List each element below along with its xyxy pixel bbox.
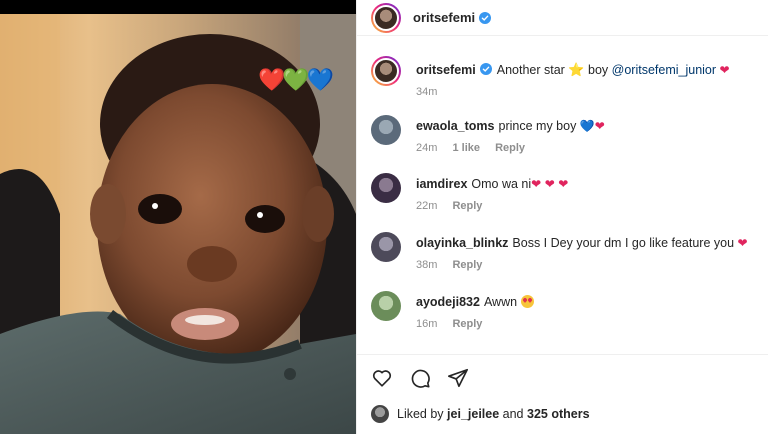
heart-emoji: ❤ — [544, 177, 555, 191]
comment-row: iamdirex Omo wa ni❤ ❤ ❤ 22m Reply — [371, 173, 761, 212]
comment-row: ewaola_toms prince my boy 💙❤ 24m 1 like R… — [371, 115, 761, 154]
caption-text-part: boy — [588, 63, 609, 77]
author-avatar[interactable] — [371, 2, 401, 33]
share-icon[interactable] — [447, 367, 469, 389]
heart-emoji: ❤ — [594, 119, 605, 133]
liker-avatar[interactable] — [371, 405, 389, 423]
heart-emoji: ❤ — [719, 63, 730, 77]
comment-username[interactable]: iamdirex — [416, 177, 467, 191]
comment-body: Omo wa ni — [471, 177, 532, 191]
caption: oritsefemi Another star ⭐ boy @oritsefemi… — [371, 56, 761, 98]
comment-time: 38m — [416, 259, 438, 271]
action-bar — [371, 367, 469, 389]
comment-time: 16m — [416, 318, 438, 330]
comment-row: olayinka_blinkz Boss I Dey your dm I go l… — [371, 232, 761, 271]
comment-username[interactable]: ayodeji832 — [416, 295, 480, 309]
heart-eyes-emoji — [520, 295, 534, 308]
comments-list: oritsefemi Another star ⭐ boy @oritsefemi… — [357, 36, 768, 354]
verified-icon — [479, 63, 492, 75]
verified-icon — [479, 11, 492, 24]
heart-sticker: ❤️💚💙 — [258, 68, 334, 93]
heart-emoji: ❤ — [531, 177, 542, 191]
comment-time: 24m — [416, 142, 438, 154]
comment-likes[interactable]: 1 like — [452, 142, 480, 154]
reply-button[interactable]: Reply — [452, 259, 482, 271]
caption-avatar[interactable] — [371, 56, 401, 86]
post-header: oritsefemi — [357, 0, 768, 36]
mention-link[interactable]: @oritsefemi_junior — [612, 63, 716, 77]
reply-button[interactable]: Reply — [452, 318, 482, 330]
comment-body: Boss I Dey your dm I go like feature you — [512, 236, 735, 250]
comment-time: 22m — [416, 200, 438, 212]
caption-text: oritsefemi Another star ⭐ boy @oritsefemi… — [416, 62, 730, 79]
media-top-bar — [0, 0, 356, 14]
caption-username[interactable]: oritsefemi — [416, 63, 476, 77]
liked-by-label: Liked by — [397, 407, 444, 421]
likes-summary: Liked by jei_jeilee and 325 others — [371, 405, 590, 423]
comment-text: olayinka_blinkz Boss I Dey your dm I go l… — [416, 235, 748, 252]
comment-text: iamdirex Omo wa ni❤ ❤ ❤ — [416, 176, 568, 193]
liker-username[interactable]: jei_jeilee — [447, 407, 499, 421]
heart-outline-icon[interactable] — [371, 367, 393, 389]
comment-avatar[interactable] — [371, 115, 401, 145]
comment-username[interactable]: ewaola_toms — [416, 119, 495, 133]
comment-body: Awwn — [483, 295, 518, 309]
comment-avatar[interactable] — [371, 291, 401, 321]
star-emoji: ⭐ — [568, 63, 585, 78]
heart-emoji: ❤ — [558, 177, 569, 191]
reply-button[interactable]: Reply — [452, 200, 482, 212]
comment-meta: 24m 1 like Reply — [416, 142, 605, 154]
caption-text-part: Another star — [496, 63, 565, 77]
comment-text: ewaola_toms prince my boy 💙❤ — [416, 118, 605, 135]
comment-row: ayodeji832 Awwn 16m Reply — [371, 291, 761, 330]
comment-text: ayodeji832 Awwn — [416, 294, 534, 311]
comment-meta: 38m Reply — [416, 259, 748, 271]
comment-meta: 22m Reply — [416, 200, 568, 212]
post-media[interactable]: ❤️💚💙 — [0, 0, 356, 434]
caption-meta: 34m — [416, 86, 730, 98]
post-actions: Liked by jei_jeilee and 325 others — [357, 354, 768, 434]
heart-emoji: ❤ — [737, 236, 748, 250]
comment-body: prince my boy — [498, 119, 577, 133]
others-likes-link[interactable]: 325 others — [527, 407, 590, 421]
author-username[interactable]: oritsefemi — [413, 10, 475, 25]
blue-heart-emoji: 💙 — [579, 119, 595, 133]
reply-button[interactable]: Reply — [495, 142, 525, 154]
comment-icon[interactable] — [409, 367, 431, 389]
liked-and-label: and — [502, 407, 524, 421]
comment-avatar[interactable] — [371, 232, 401, 262]
comment-avatar[interactable] — [371, 173, 401, 203]
caption-time: 34m — [416, 86, 438, 98]
comment-meta: 16m Reply — [416, 318, 534, 330]
comment-username[interactable]: olayinka_blinkz — [416, 236, 508, 250]
post-side-panel: oritsefemi oritsefemi Another star ⭐ boy … — [356, 0, 768, 434]
